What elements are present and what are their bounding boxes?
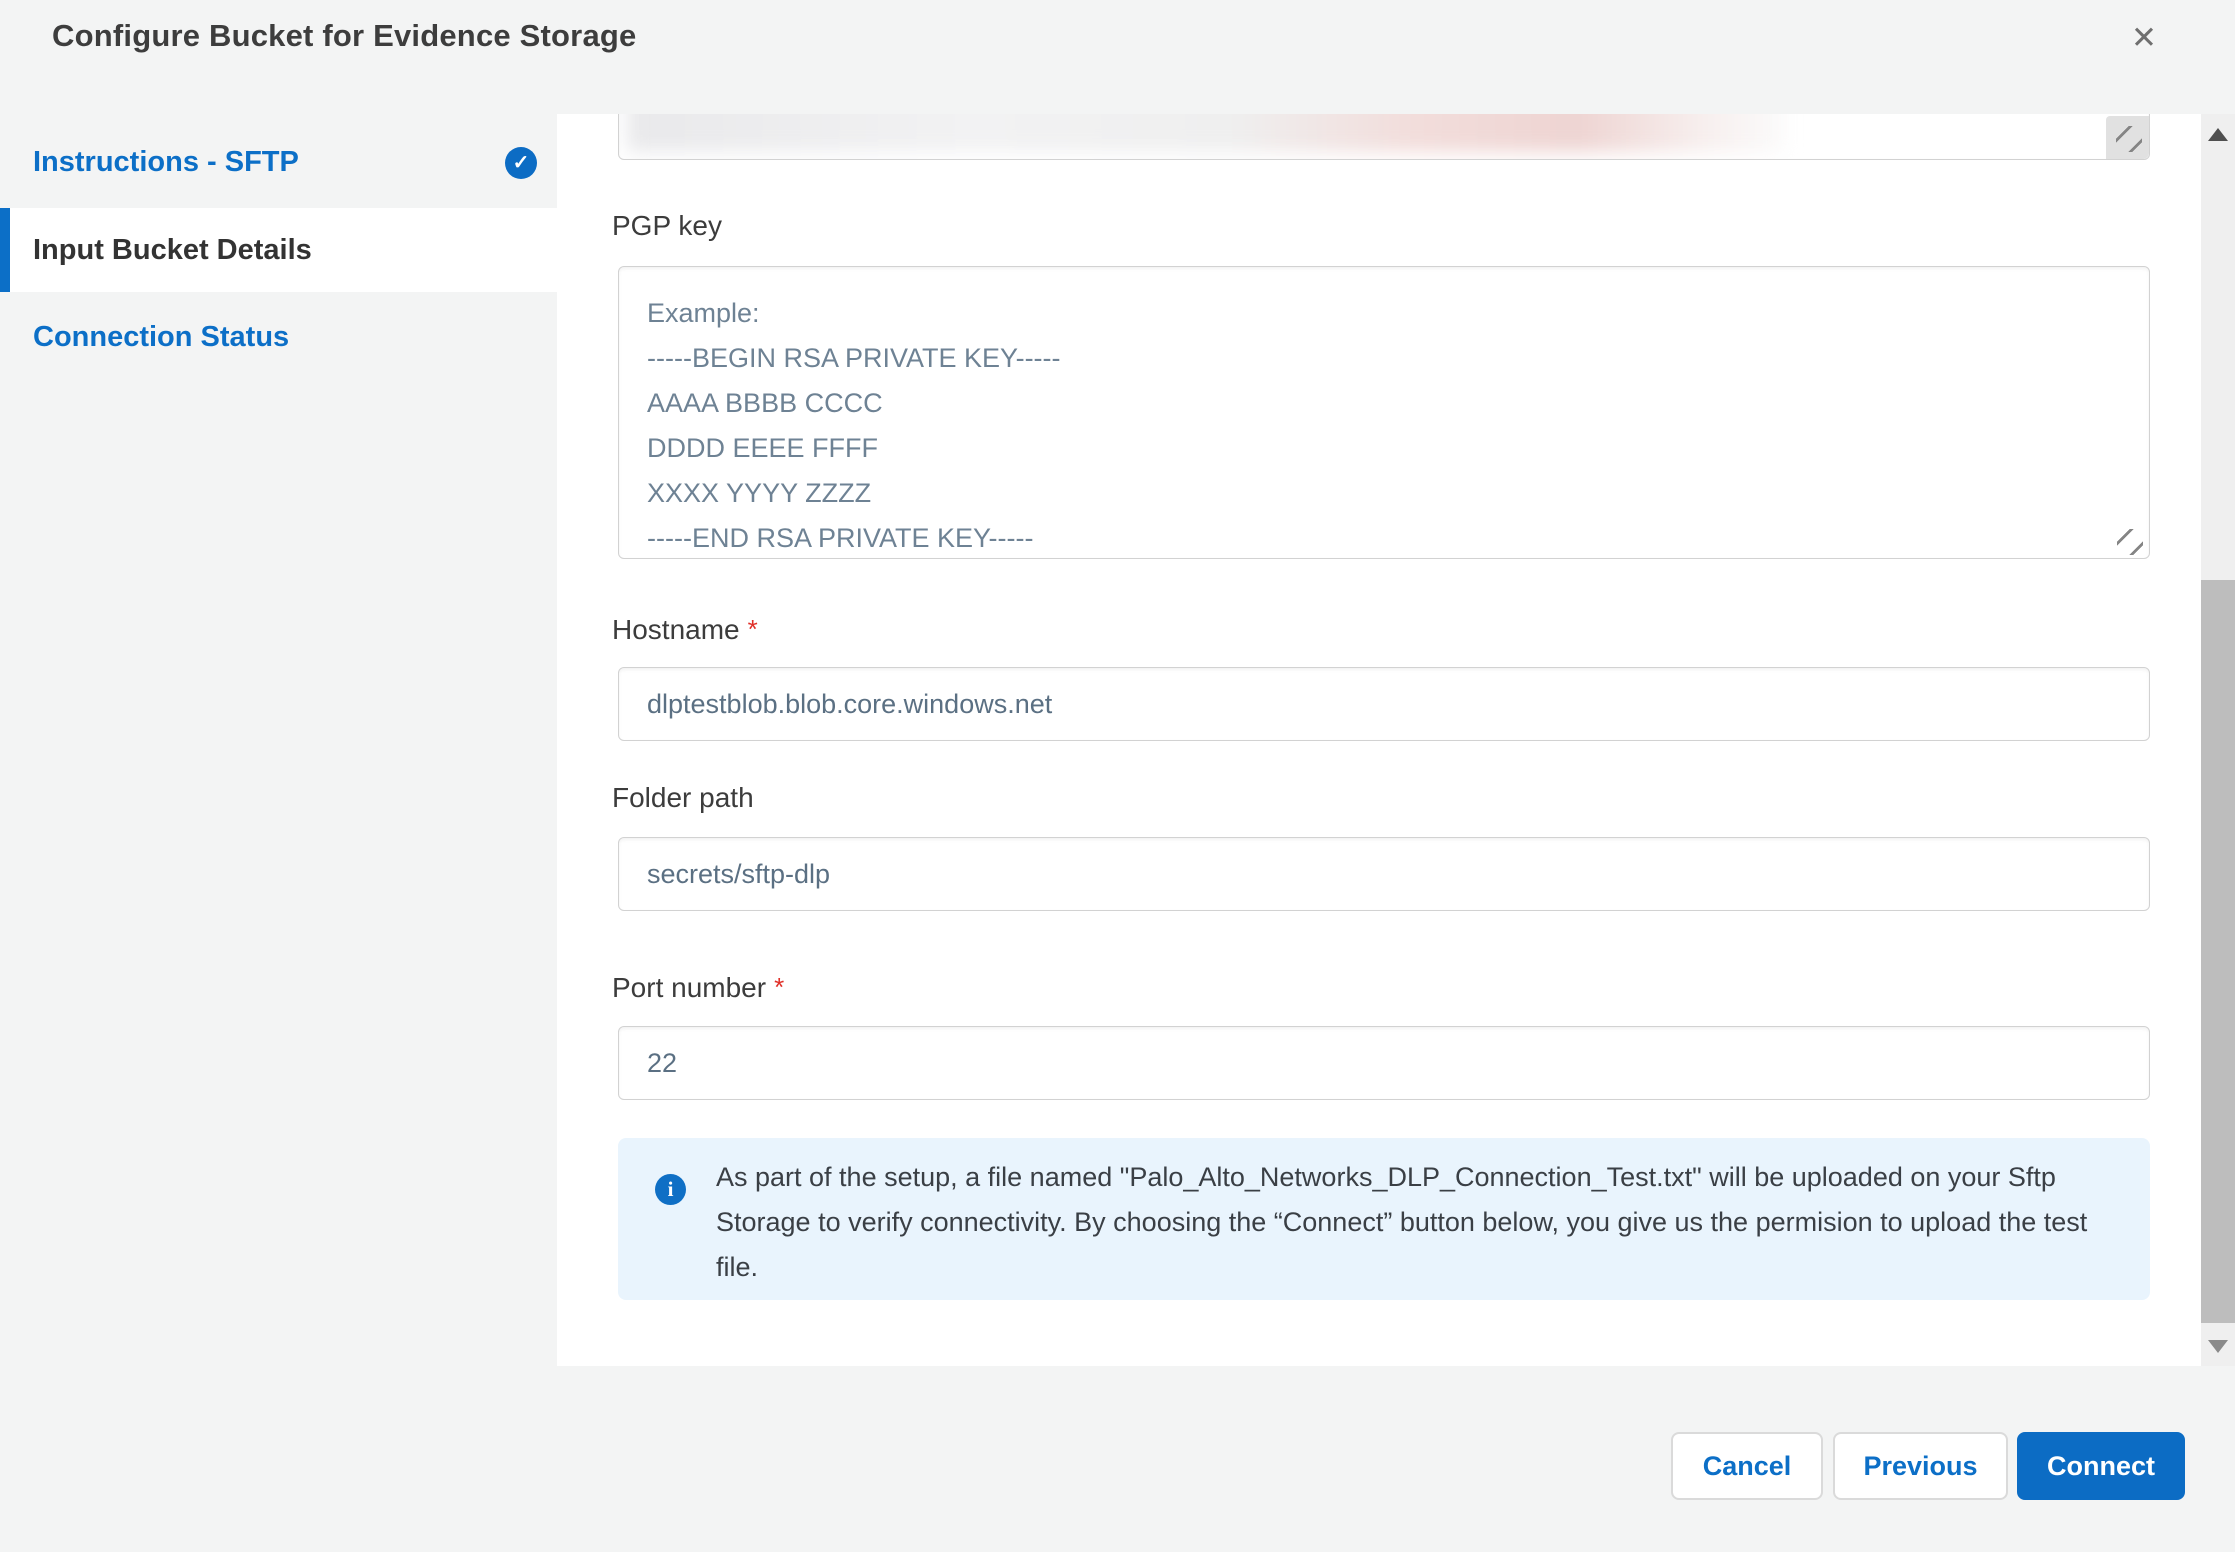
vertical-scrollbar[interactable] bbox=[2201, 114, 2235, 1366]
port-number-input[interactable] bbox=[618, 1026, 2150, 1100]
sidebar-item-instructions-sftp[interactable]: Instructions - SFTP ✓ bbox=[0, 120, 557, 205]
sidebar-item-label: Connection Status bbox=[33, 321, 289, 354]
close-icon: ✕ bbox=[2131, 20, 2157, 56]
page-title: Configure Bucket for Evidence Storage bbox=[52, 18, 636, 54]
cancel-button[interactable]: Cancel bbox=[1671, 1432, 1823, 1500]
hostname-input[interactable] bbox=[618, 667, 2150, 741]
required-asterisk: * bbox=[774, 972, 784, 1002]
redacted-content-blur bbox=[627, 114, 1785, 152]
step-completed-check-icon: ✓ bbox=[505, 147, 537, 179]
scrollbar-thumb[interactable] bbox=[2201, 580, 2235, 1323]
close-button[interactable]: ✕ bbox=[2122, 16, 2166, 60]
sidebar-item-input-bucket-details[interactable]: Input Bucket Details bbox=[0, 208, 557, 292]
scroll-down-button[interactable] bbox=[2201, 1326, 2235, 1366]
hostname-label: Hostname* bbox=[612, 614, 758, 646]
pgp-key-textarea[interactable] bbox=[618, 266, 2150, 559]
scroll-down-icon bbox=[2208, 1340, 2228, 1353]
folder-path-label: Folder path bbox=[612, 782, 754, 814]
port-number-label: Port number* bbox=[612, 972, 784, 1004]
resize-grip-icon[interactable] bbox=[2106, 116, 2149, 159]
sidebar-item-label: Input Bucket Details bbox=[33, 234, 312, 267]
info-banner-text: As part of the setup, a file named "Palo… bbox=[716, 1155, 2112, 1290]
info-banner: i As part of the setup, a file named "Pa… bbox=[618, 1138, 2150, 1300]
sidebar-item-label: Instructions - SFTP bbox=[33, 146, 299, 179]
folder-path-input[interactable] bbox=[618, 837, 2150, 911]
resize-grip-icon[interactable] bbox=[2117, 529, 2143, 555]
info-icon: i bbox=[655, 1174, 686, 1205]
required-asterisk: * bbox=[748, 614, 758, 644]
pgp-key-label: PGP key bbox=[612, 210, 722, 242]
scroll-up-icon bbox=[2208, 128, 2228, 141]
redacted-textarea[interactable] bbox=[618, 114, 2150, 160]
sidebar-item-connection-status[interactable]: Connection Status bbox=[0, 295, 557, 380]
previous-button[interactable]: Previous bbox=[1833, 1432, 2008, 1500]
main-form-panel: PGP key Hostname* Folder path Port numbe… bbox=[557, 114, 2201, 1366]
connect-button[interactable]: Connect bbox=[2017, 1432, 2185, 1500]
scroll-up-button[interactable] bbox=[2201, 114, 2235, 154]
